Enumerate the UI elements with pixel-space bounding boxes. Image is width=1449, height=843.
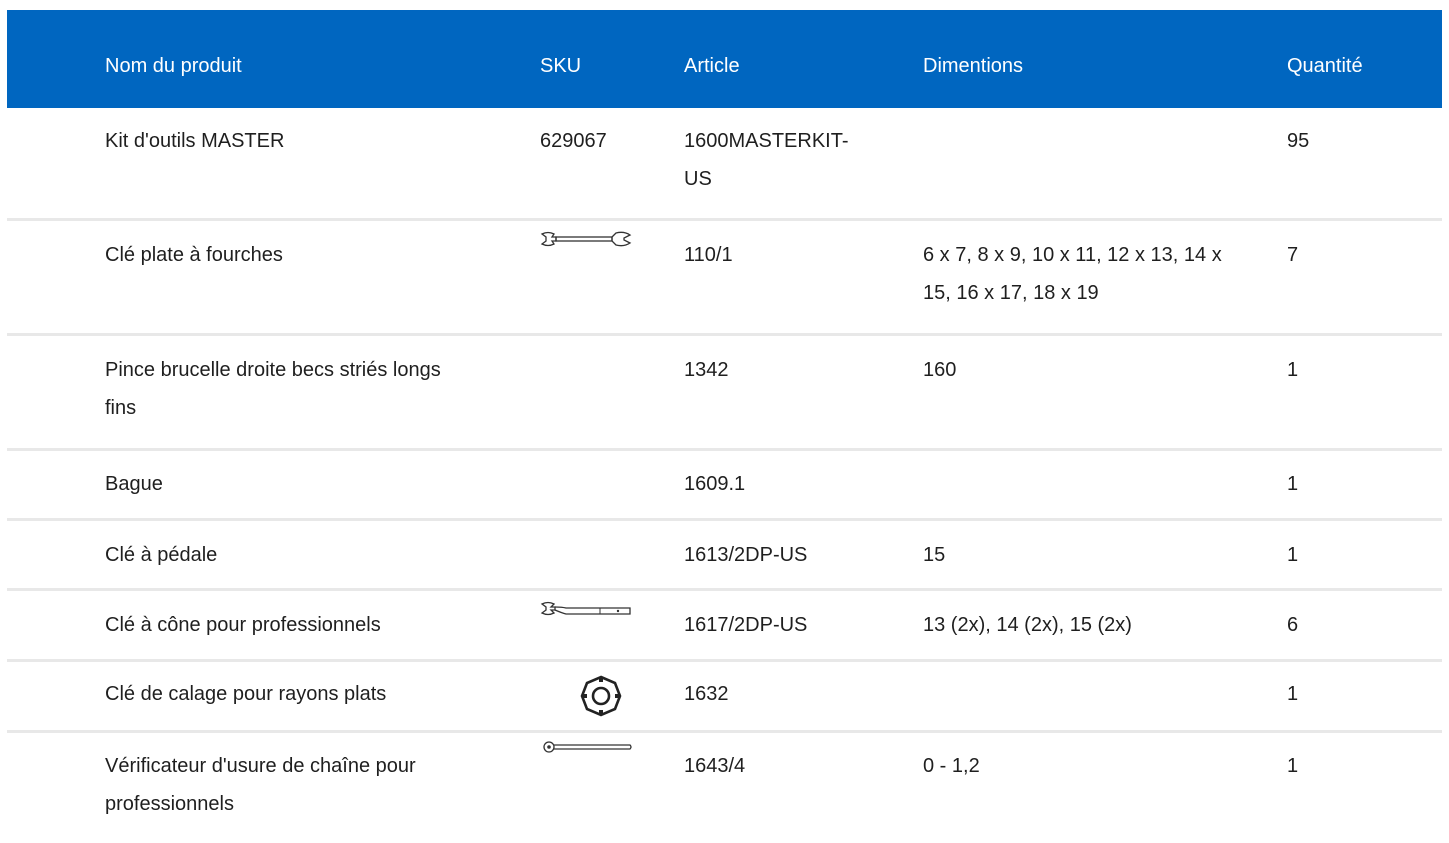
header-dimensions: Dimentions <box>923 55 1024 77</box>
table-row: Pince brucelle droite becs striés longs … <box>7 336 1442 451</box>
cell-quantity: 95 <box>1287 130 1310 152</box>
table-row: Clé plate à fourches 110/1 6 x 7, 8 x 9,… <box>7 221 1442 336</box>
cell-article: 1613/2DP-US <box>684 544 808 566</box>
cell-quantity: 1 <box>1287 359 1299 381</box>
cell-name: Vérificateur d'usure de chaîne pour prof… <box>105 755 416 815</box>
cell-dimensions: 160 <box>923 359 957 381</box>
table-row: Clé à cône pour professionnels 1617/2DP-… <box>7 591 1442 662</box>
chain-checker-icon <box>540 739 634 755</box>
header-article: Article <box>684 55 740 77</box>
table-row: Kit d'outils MASTER 629067 1600MASTERKIT… <box>7 108 1442 221</box>
table-row: Vérificateur d'usure de chaîne pour prof… <box>7 733 1442 843</box>
cell-quantity: 1 <box>1287 683 1299 705</box>
cell-dimensions: 13 (2x), 14 (2x), 15 (2x) <box>923 614 1132 636</box>
header-sku: SKU <box>540 55 582 77</box>
cell-article: 1617/2DP-US <box>684 614 808 636</box>
cone-wrench-icon <box>540 599 634 619</box>
cell-dimensions: 6 x 7, 8 x 9, 10 x 11, 12 x 13, 14 x 15,… <box>923 244 1222 304</box>
cell-name: Clé à cône pour professionnels <box>105 614 381 636</box>
cell-name: Kit d'outils MASTER <box>105 130 285 152</box>
cell-article: 1609.1 <box>684 473 746 495</box>
cell-dimensions: 15 <box>923 544 946 566</box>
cell-name: Clé à pédale <box>105 544 218 566</box>
cell-article: 1342 <box>684 359 729 381</box>
product-table: Nom du produit SKU Article Dimentions Qu… <box>7 10 1442 843</box>
cell-quantity: 6 <box>1287 614 1299 636</box>
cell-article: 1600MASTERKIT- US <box>684 130 849 190</box>
cell-article: 1643/4 <box>684 755 746 777</box>
table-header: Nom du produit SKU Article Dimentions Qu… <box>7 10 1442 108</box>
cell-name: Bague <box>105 473 163 495</box>
open-end-wrench-icon <box>540 229 634 249</box>
cell-name: Clé plate à fourches <box>105 244 283 266</box>
table-row: Clé de calage pour rayons plats 1632 1 <box>7 662 1442 733</box>
cell-sku: 629067 <box>540 130 607 152</box>
header-name: Nom du produit <box>105 55 242 77</box>
cell-quantity: 1 <box>1287 544 1299 566</box>
cell-quantity: 1 <box>1287 473 1299 495</box>
cell-quantity: 7 <box>1287 244 1299 266</box>
cell-article: 110/1 <box>684 244 733 266</box>
header-quantity: Quantité <box>1287 55 1363 77</box>
cell-dimensions: 0 - 1,2 <box>923 755 980 777</box>
cell-name: Pince brucelle droite becs striés longs … <box>105 359 441 419</box>
table-row: Clé à pédale 1613/2DP-US 15 1 <box>7 521 1442 591</box>
table-row: Bague 1609.1 1 <box>7 451 1442 521</box>
cell-quantity: 1 <box>1287 755 1299 777</box>
cell-name: Clé de calage pour rayons plats <box>105 683 387 705</box>
spoke-wrench-icon <box>579 674 623 718</box>
cell-article: 1632 <box>684 683 729 705</box>
